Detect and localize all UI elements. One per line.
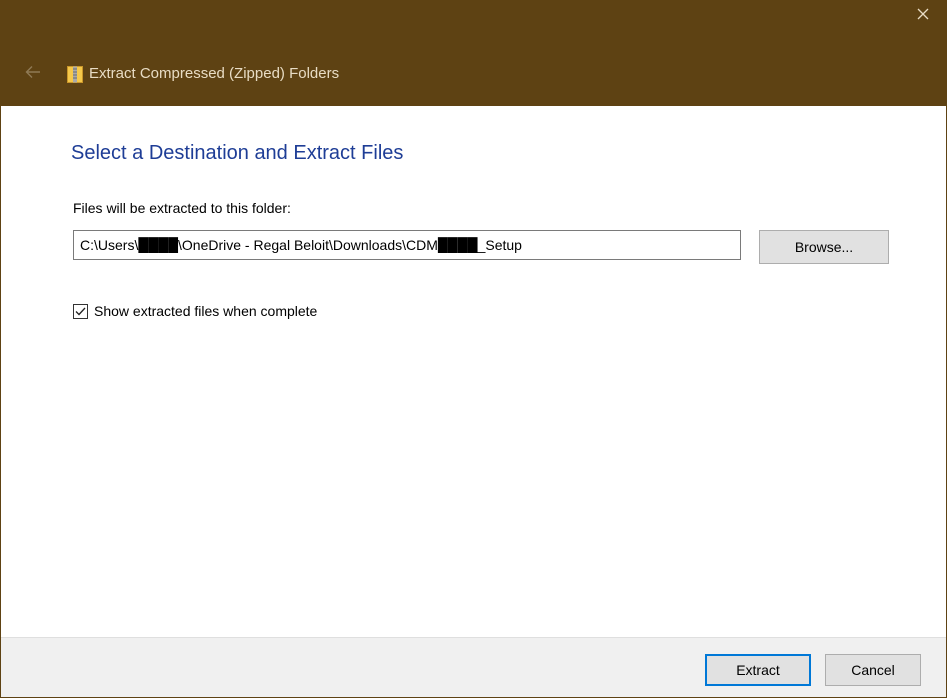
extract-dialog-window: Extract Compressed (Zipped) Folders Sele…: [0, 0, 947, 698]
destination-label: Files will be extracted to this folder:: [73, 200, 291, 216]
extract-button[interactable]: Extract: [705, 654, 811, 686]
zip-folder-icon: [67, 65, 83, 83]
back-arrow-icon: [25, 65, 41, 84]
dialog-footer: Extract Cancel: [1, 637, 946, 697]
dialog-content: Select a Destination and Extract Files F…: [1, 106, 946, 637]
browse-button[interactable]: Browse...: [759, 230, 889, 264]
cancel-button[interactable]: Cancel: [825, 654, 921, 686]
window-title: Extract Compressed (Zipped) Folders: [89, 65, 340, 82]
back-button[interactable]: [21, 62, 45, 86]
page-title: Select a Destination and Extract Files: [71, 142, 404, 164]
show-files-checkbox[interactable]: [73, 303, 88, 319]
show-files-checkbox-label: Show extracted files when complete: [94, 303, 318, 319]
show-files-checkbox-row[interactable]: Show extracted files when complete: [73, 303, 317, 319]
close-icon: [917, 7, 929, 25]
close-button[interactable]: [900, 0, 946, 32]
destination-path-input[interactable]: [73, 230, 741, 260]
checkmark-icon: [75, 307, 86, 315]
title-bar: Extract Compressed (Zipped) Folders: [1, 0, 946, 106]
